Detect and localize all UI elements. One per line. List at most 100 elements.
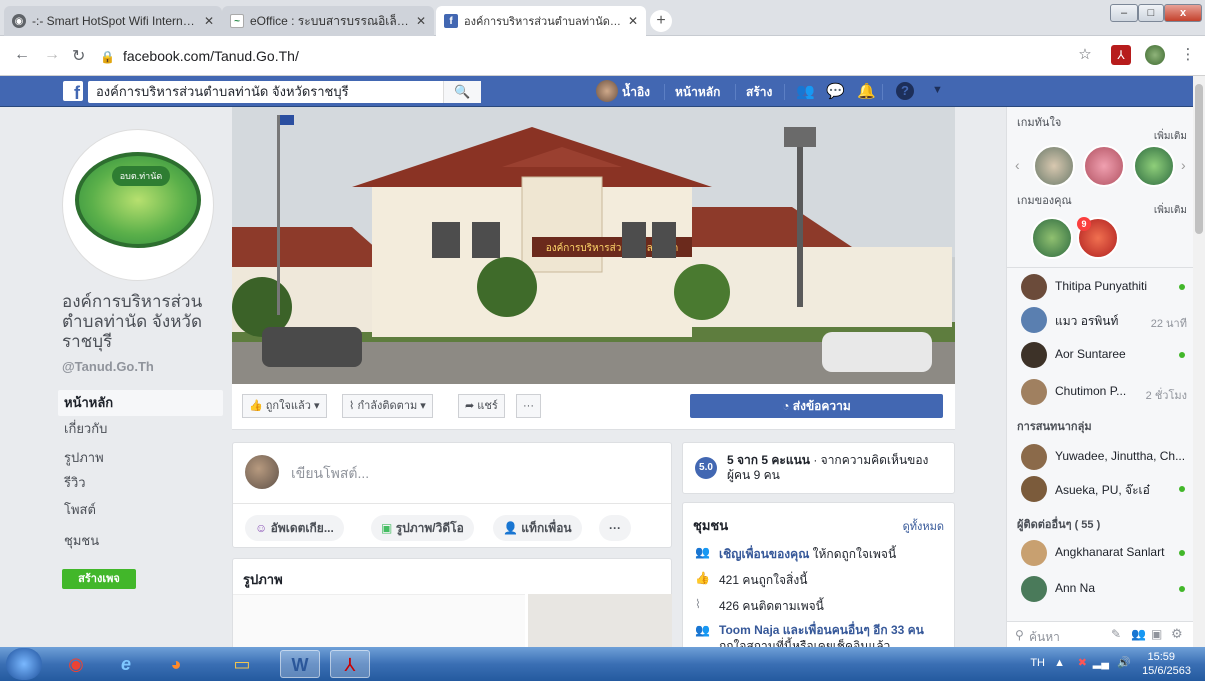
page-nav-reviews[interactable]: รีวิว (58, 470, 223, 496)
show-hidden-icons-icon[interactable]: ▲ (1054, 657, 1065, 669)
pdf-extension-icon[interactable]: ⅄ (1111, 45, 1131, 65)
profile-avatar[interactable] (1145, 45, 1165, 65)
word-icon[interactable]: W (280, 650, 320, 678)
online-indicator (1179, 352, 1185, 358)
home-link[interactable]: หน้าหลัก (675, 83, 720, 102)
language-indicator[interactable]: TH (1030, 657, 1045, 669)
friend-requests-icon[interactable]: 👥 (796, 82, 815, 100)
page-nav-community[interactable]: ชุมชน (58, 528, 223, 554)
compose-icon[interactable]: ✎ (1111, 627, 1121, 641)
group-chat-item[interactable]: Yuwadee, Jinuttha, Ch... (1015, 443, 1193, 470)
invite-link[interactable]: เชิญเพื่อนของคุณ (719, 547, 809, 561)
contact-item[interactable]: Angkhanarat Sanlart (1015, 539, 1193, 566)
maximize-button[interactable]: □ (1138, 4, 1164, 22)
search-input[interactable]: องค์การบริหารส่วนตำบลท่านัด จังหวัดราชบุ… (88, 81, 481, 103)
page-title[interactable]: องค์การบริหารส่วนตำบลท่านัด จังหวัดราชบุ… (62, 292, 232, 352)
acrobat-icon[interactable]: ⅄ (330, 650, 370, 678)
tab-hotspot[interactable]: ◉ -:- Smart HotSpot Wifi Internet -:- ✕ (4, 6, 222, 36)
close-window-button[interactable]: x (1164, 4, 1202, 22)
scrollbar-thumb[interactable] (1195, 84, 1203, 234)
search-icon[interactable]: 🔍 (443, 81, 481, 103)
games-more-link[interactable]: เพิ่มเติม (1154, 129, 1187, 144)
chrome-icon[interactable]: ◉ (56, 650, 96, 678)
internet-explorer-icon[interactable]: e (106, 650, 146, 678)
close-tab-icon[interactable]: ✕ (416, 14, 426, 28)
following-button[interactable]: ⌇ กำลังติดตาม ▾ (342, 394, 433, 418)
windows-taskbar: ◉ e ◕ ▭ W ⅄ TH ▲ ✖ ▂▄ 🔊 15:59 15/6/2563 (0, 647, 1205, 681)
contact-name: Aor Suntaree (1055, 347, 1126, 361)
start-button[interactable] (6, 648, 42, 680)
menu-dots-icon[interactable]: ⋮ (1178, 45, 1198, 65)
firefox-icon[interactable]: ◕ (156, 650, 196, 678)
group-chat-item[interactable]: Asueka, PU, จ๊ะเอ๋ (1015, 475, 1193, 502)
star-icon[interactable]: ☆ (1075, 45, 1095, 65)
game-thumbnail[interactable] (1033, 145, 1075, 187)
tag-friends-button[interactable]: 👤 แท็กเพื่อน (493, 515, 582, 541)
url-field[interactable]: 🔒 facebook.com/Tanud.Go.Th/ (100, 44, 299, 68)
video-icon[interactable]: ▣ (1151, 627, 1162, 641)
new-tab-button[interactable]: + (650, 10, 672, 32)
user-avatar[interactable] (596, 80, 618, 102)
page-nav-photos[interactable]: รูปภาพ (58, 445, 223, 471)
tab-facebook[interactable]: f องค์การบริหารส่วนตำบลท่านัด จังหวัดราช… (436, 6, 646, 36)
photos-title[interactable]: รูปภาพ (243, 569, 283, 590)
see-all-link[interactable]: ดูทั้งหมด (903, 517, 944, 535)
forward-arrow-icon[interactable]: → (44, 46, 60, 64)
page-nav-posts[interactable]: โพสต์ (58, 497, 223, 523)
help-icon[interactable]: ? (896, 82, 914, 100)
create-page-button[interactable]: สร้างเพจ (62, 569, 136, 589)
create-link[interactable]: สร้าง (746, 83, 772, 102)
back-arrow-icon[interactable]: ← (14, 46, 30, 64)
signal-icon[interactable]: ▂▄ (1093, 656, 1109, 669)
rating-score-badge: 5.0 (695, 457, 717, 479)
volume-icon[interactable]: 🔊 (1117, 656, 1131, 669)
contact-item[interactable]: Chutimon P... 2 ชั่วโมง (1015, 378, 1193, 405)
network-warning-icon[interactable]: ✖ (1078, 656, 1087, 669)
file-explorer-icon[interactable]: ▭ (222, 650, 262, 678)
account-menu-arrow-icon[interactable]: ▼ (932, 84, 943, 96)
gear-icon[interactable]: ⚙ (1171, 626, 1183, 642)
contact-item[interactable]: แมว อรพินท์ 22 นาที (1015, 306, 1193, 333)
minimize-button[interactable]: – (1110, 4, 1138, 22)
facebook-logo[interactable]: f (63, 81, 83, 101)
page-nav-home[interactable]: หน้าหลัก (58, 390, 223, 416)
rating-summary[interactable]: 5 จาก 5 คะแนน · จากความคิดเห็นของผู้คน 9… (727, 453, 947, 483)
send-message-button[interactable]: ◔ ส่งข้อความ (690, 394, 943, 418)
page-profile-picture[interactable]: อบต.ท่านัด (62, 129, 214, 281)
avatar (1021, 444, 1047, 470)
game-thumbnail[interactable] (1133, 145, 1175, 187)
user-name-link[interactable]: น้ำอิง (622, 83, 650, 102)
share-button[interactable]: ➦ แชร์ (458, 394, 505, 418)
more-options-button[interactable]: ··· (599, 515, 631, 541)
avatar (1021, 576, 1047, 602)
chevron-left-icon[interactable]: ‹ (1015, 157, 1020, 173)
contact-item[interactable]: Ann Na (1015, 575, 1193, 602)
clock-date[interactable]: 15/6/2563 (1142, 665, 1191, 677)
messenger-icon[interactable]: 💬 (826, 82, 845, 100)
nav-divider (882, 84, 883, 100)
contact-item[interactable]: Thitipa Punyathiti (1015, 273, 1193, 300)
chevron-right-icon[interactable]: › (1181, 157, 1186, 173)
game-thumbnail[interactable] (1083, 145, 1125, 187)
page-handle[interactable]: @Tanud.Go.Th (62, 359, 154, 374)
update-status-button[interactable]: ☺ อัพเดตเกีย... (245, 515, 344, 541)
close-tab-icon[interactable]: ✕ (204, 14, 214, 28)
reload-icon[interactable]: ↻ (72, 46, 85, 66)
photo-video-button[interactable]: ▣ รูปภาพ/วิดีโอ (371, 515, 474, 541)
liked-button[interactable]: 👍 ถูกใจแล้ว ▾ (242, 394, 327, 418)
chat-sidebar: เกมทันใจ เพิ่มเติม ‹ › เกมของคุณ เพิ่มเต… (1006, 107, 1194, 647)
notifications-bell-icon[interactable]: 🔔 (857, 82, 876, 100)
tab-eoffice[interactable]: ~ eOffice : ระบบสารบรรณอิเล็กทรอนิกส์ ✕ (222, 6, 434, 36)
game-thumbnail[interactable] (1031, 217, 1073, 259)
write-post-input[interactable]: เขียนโพสต์... (291, 463, 369, 485)
clock-time[interactable]: 15:59 (1147, 651, 1175, 663)
page-nav-about[interactable]: เกี่ยวกับ (58, 416, 223, 442)
more-actions-button[interactable]: ··· (516, 394, 541, 418)
page-scrollbar[interactable] (1193, 76, 1205, 647)
close-tab-icon[interactable]: ✕ (628, 14, 638, 28)
your-games-more-link[interactable]: เพิ่มเติม (1154, 203, 1187, 218)
chat-search-input[interactable]: ค้นหา (1029, 628, 1060, 647)
cover-photo[interactable]: องค์การบริหารส่วนตำบลท่านัด (232, 107, 955, 384)
new-group-icon[interactable]: 👥 (1131, 627, 1146, 641)
contact-item[interactable]: Aor Suntaree (1015, 341, 1193, 368)
